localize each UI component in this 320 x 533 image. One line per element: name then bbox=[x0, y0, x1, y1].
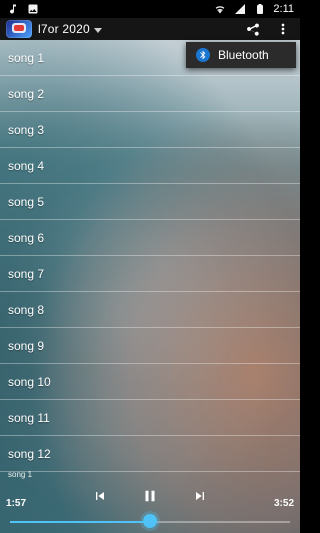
share-icon bbox=[245, 21, 261, 37]
list-item[interactable]: song 4 bbox=[0, 148, 300, 184]
dropdown-icon[interactable] bbox=[93, 28, 102, 33]
list-item[interactable]: song 2 bbox=[0, 76, 300, 112]
app-bar-left: l7or 2020 bbox=[6, 20, 102, 38]
pause-icon bbox=[141, 487, 159, 510]
wifi-icon bbox=[213, 3, 227, 15]
bottom-player: song 1 1:57 3:52 bbox=[0, 468, 300, 533]
song-label: song 8 bbox=[8, 302, 45, 317]
signal-icon bbox=[233, 3, 247, 15]
song-label: song 4 bbox=[8, 158, 45, 173]
song-label: song 5 bbox=[8, 194, 45, 209]
song-label: song 11 bbox=[8, 410, 50, 425]
share-button[interactable] bbox=[242, 19, 264, 39]
seek-bar[interactable] bbox=[10, 514, 290, 528]
previous-icon bbox=[92, 488, 108, 509]
list-item[interactable]: song 9 bbox=[0, 328, 300, 364]
list-item[interactable]: song 12 bbox=[0, 436, 300, 472]
app-title-wrap[interactable]: l7or 2020 bbox=[38, 22, 102, 36]
song-label: song 6 bbox=[8, 230, 45, 245]
song-label: song 9 bbox=[8, 338, 45, 353]
app-bar-right bbox=[242, 19, 294, 39]
list-item[interactable]: song 5 bbox=[0, 184, 300, 220]
battery-icon bbox=[253, 3, 267, 15]
more-options-button[interactable] bbox=[272, 19, 294, 39]
elapsed-time: 1:57 bbox=[6, 498, 27, 509]
status-bar: 2:11 bbox=[0, 0, 300, 18]
pause-button[interactable] bbox=[138, 486, 162, 510]
song-label: song 7 bbox=[8, 266, 45, 281]
list-item[interactable]: song 6 bbox=[0, 220, 300, 256]
song-list: song 1 song 2 song 3 song 4 song 5 song … bbox=[0, 40, 300, 472]
list-item[interactable]: song 10 bbox=[0, 364, 300, 400]
status-bar-right: 2:11 bbox=[213, 3, 294, 15]
status-time: 2:11 bbox=[273, 3, 294, 15]
app-bar: l7or 2020 bbox=[0, 18, 300, 40]
duration-time: 3:52 bbox=[273, 498, 294, 509]
song-label: song 2 bbox=[8, 86, 45, 101]
list-item[interactable]: song 11 bbox=[0, 400, 300, 436]
song-label: song 12 bbox=[8, 446, 51, 461]
screen: 2:11 l7or 2020 song 1 song 2 song 3 song… bbox=[0, 0, 300, 533]
list-item[interactable]: song 8 bbox=[0, 292, 300, 328]
song-label: song 3 bbox=[8, 122, 45, 137]
status-bar-left bbox=[6, 3, 40, 15]
song-label: song 1 bbox=[8, 50, 45, 65]
bluetooth-icon bbox=[196, 48, 210, 62]
overflow-menu[interactable]: Bluetooth bbox=[186, 42, 296, 68]
previous-button[interactable] bbox=[88, 486, 112, 510]
seek-fill bbox=[10, 521, 150, 523]
now-playing-title: song 1 bbox=[8, 470, 33, 479]
next-icon bbox=[192, 488, 208, 509]
app-logo-icon[interactable] bbox=[6, 20, 32, 38]
menu-item-bluetooth[interactable]: Bluetooth bbox=[218, 48, 269, 62]
app-title: l7or 2020 bbox=[38, 22, 90, 36]
music-icon bbox=[6, 3, 20, 15]
list-item[interactable]: song 7 bbox=[0, 256, 300, 292]
next-button[interactable] bbox=[188, 486, 212, 510]
more-vert-icon bbox=[275, 21, 291, 37]
playback-controls bbox=[0, 486, 300, 510]
image-icon bbox=[26, 3, 40, 15]
list-item[interactable]: song 3 bbox=[0, 112, 300, 148]
seek-thumb[interactable] bbox=[143, 514, 157, 528]
song-label: song 10 bbox=[8, 374, 51, 389]
